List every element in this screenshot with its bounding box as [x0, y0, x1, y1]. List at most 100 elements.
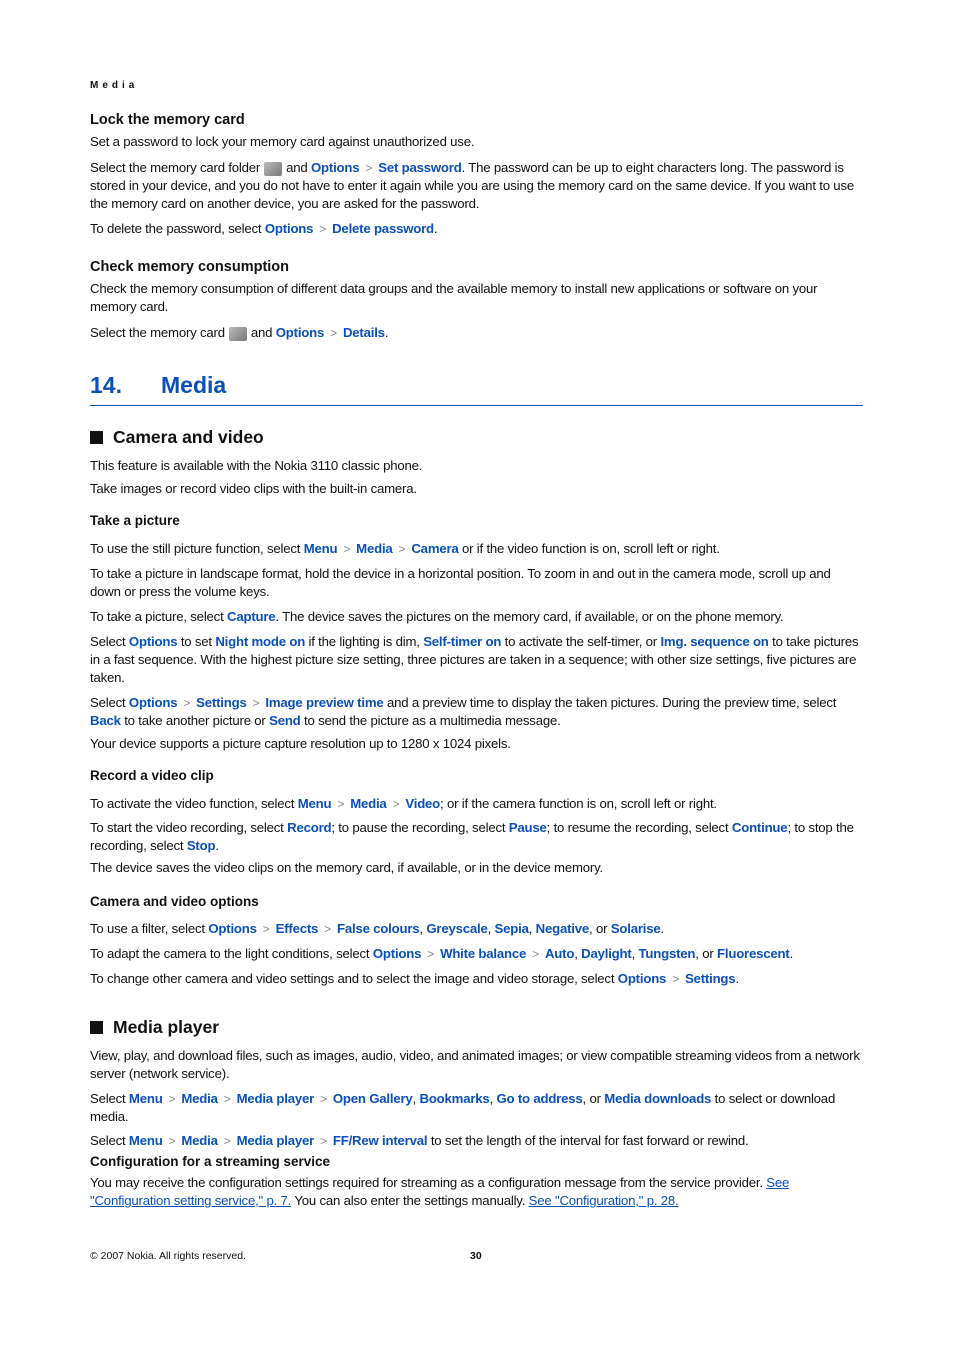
- link-night-mode[interactable]: Night mode on: [215, 634, 305, 649]
- link-img-sequence[interactable]: Img. sequence on: [660, 634, 768, 649]
- link-back[interactable]: Back: [90, 713, 121, 728]
- link-options[interactable]: Options: [276, 325, 325, 340]
- chevron-right-icon: >: [398, 542, 406, 556]
- chevron-right-icon: >: [324, 922, 331, 936]
- link-settings[interactable]: Settings: [685, 971, 736, 986]
- link-options[interactable]: Options: [373, 946, 422, 961]
- link-stop[interactable]: Stop: [187, 838, 216, 853]
- section-media-player: Media player View, play, and download fi…: [90, 1017, 863, 1210]
- link-menu[interactable]: Menu: [298, 796, 332, 811]
- chevron-right-icon: >: [365, 161, 373, 175]
- link-capture[interactable]: Capture: [227, 609, 276, 624]
- para: The device saves the video clips on the …: [90, 860, 603, 875]
- link-sepia[interactable]: Sepia: [495, 921, 529, 936]
- text-run: ; to resume the recording, select: [546, 820, 729, 835]
- text-run: ; or if the camera function is on, scrol…: [440, 796, 717, 811]
- text-run: To take a picture, select: [90, 609, 224, 624]
- heading-camera-options: Camera and video options: [90, 894, 259, 909]
- link-send[interactable]: Send: [269, 713, 301, 728]
- link-options[interactable]: Options: [129, 634, 178, 649]
- link-options[interactable]: Options: [208, 921, 257, 936]
- link-solarise[interactable]: Solarise: [611, 921, 661, 936]
- link-options[interactable]: Options: [618, 971, 667, 986]
- link-menu[interactable]: Menu: [129, 1091, 163, 1106]
- link-media-player[interactable]: Media player: [237, 1091, 315, 1106]
- para: Set a password to lock your memory card …: [90, 134, 475, 149]
- text-run: To use a filter, select: [90, 921, 205, 936]
- link-greyscale[interactable]: Greyscale: [426, 921, 487, 936]
- para: To use a filter, select Options > Effects >…: [90, 921, 664, 936]
- link-auto[interactable]: Auto: [545, 946, 574, 961]
- chapter-number: 14.: [90, 372, 122, 398]
- link-record[interactable]: Record: [287, 820, 331, 835]
- text-run: to set: [180, 634, 212, 649]
- text-run: To adapt the camera to the light conditi…: [90, 946, 370, 961]
- link-media-player[interactable]: Media player: [237, 1133, 315, 1148]
- link-white-balance[interactable]: White balance: [440, 946, 526, 961]
- chevron-right-icon: >: [392, 797, 400, 811]
- text-run: to send the picture as a multimedia mess…: [304, 713, 561, 728]
- text-run: Select: [90, 1133, 126, 1148]
- text-run: You may receive the configuration settin…: [90, 1175, 763, 1190]
- text-run: To change other camera and video setting…: [90, 971, 615, 986]
- link-media[interactable]: Media: [181, 1091, 218, 1106]
- chapter-title: Media: [161, 372, 227, 398]
- link-open-gallery[interactable]: Open Gallery: [333, 1091, 413, 1106]
- text-run: To start the video recording, select: [90, 820, 284, 835]
- link-go-to-address[interactable]: Go to address: [496, 1091, 582, 1106]
- link-daylight[interactable]: Daylight: [581, 946, 632, 961]
- link-set-password[interactable]: Set password: [378, 160, 462, 175]
- link-options[interactable]: Options: [265, 221, 314, 236]
- link-options[interactable]: Options: [311, 160, 360, 175]
- link-media-downloads[interactable]: Media downloads: [604, 1091, 711, 1106]
- link-false-colours[interactable]: False colours: [337, 921, 420, 936]
- footer-copyright: © 2007 Nokia. All rights reserved.: [90, 1250, 246, 1262]
- heading-lock: Lock the memory card: [90, 112, 245, 128]
- link-menu[interactable]: Menu: [304, 541, 338, 556]
- link-settings[interactable]: Settings: [196, 695, 247, 710]
- link-negative[interactable]: Negative: [536, 921, 590, 936]
- chevron-right-icon: >: [262, 922, 270, 936]
- heading-take-picture: Take a picture: [90, 513, 180, 528]
- chevron-right-icon: >: [337, 797, 345, 811]
- text-run: Select the memory card: [90, 325, 225, 340]
- chevron-right-icon: >: [532, 947, 539, 961]
- heading-check: Check memory consumption: [90, 259, 290, 275]
- text-run: . The device saves the pictures on the m…: [275, 609, 784, 624]
- text-run: Select: [90, 634, 126, 649]
- link-tungsten[interactable]: Tungsten: [639, 946, 696, 961]
- text-run: ; to pause the recording, select: [331, 820, 506, 835]
- para: To delete the password, select Options > D…: [90, 220, 863, 238]
- link-camera[interactable]: Camera: [411, 541, 458, 556]
- text-run: and: [250, 325, 273, 340]
- text-run: You can also enter the settings manually…: [294, 1193, 526, 1208]
- link-video[interactable]: Video: [405, 796, 440, 811]
- text-run: to set the length of the interval for fa…: [430, 1133, 749, 1148]
- link-bookmarks[interactable]: Bookmarks: [420, 1091, 490, 1106]
- section-camera: Camera and video This feature is availab…: [90, 427, 863, 988]
- heading-config-streaming: Configuration for a streaming service: [90, 1154, 331, 1169]
- chevron-right-icon: >: [672, 972, 679, 986]
- link-fluorescent[interactable]: Fluorescent: [717, 946, 790, 961]
- link-ff-rew-interval[interactable]: FF/Rew interval: [333, 1133, 428, 1148]
- para: Select the memory card and Options > Detail…: [90, 324, 863, 342]
- link-menu[interactable]: Menu: [129, 1133, 163, 1148]
- link-self-timer[interactable]: Self-timer on: [423, 634, 501, 649]
- chevron-right-icon: >: [223, 1092, 231, 1106]
- section-check-memory: Check memory consumption Check the memor…: [90, 259, 863, 342]
- link-pause[interactable]: Pause: [509, 820, 547, 835]
- link-continue[interactable]: Continue: [732, 820, 788, 835]
- link-media[interactable]: Media: [356, 541, 393, 556]
- link-configuration[interactable]: See "Configuration," p. 28.: [529, 1193, 679, 1208]
- link-options[interactable]: Options: [129, 695, 178, 710]
- link-image-preview-time[interactable]: Image preview time: [265, 695, 383, 710]
- link-media[interactable]: Media: [181, 1133, 218, 1148]
- text-run: or if the video function is on, scroll l…: [462, 541, 720, 556]
- link-details[interactable]: Details: [343, 325, 385, 340]
- link-effects[interactable]: Effects: [276, 921, 319, 936]
- chevron-right-icon: >: [320, 1134, 327, 1148]
- link-delete-password[interactable]: Delete password: [332, 221, 434, 236]
- link-media[interactable]: Media: [350, 796, 387, 811]
- chevron-right-icon: >: [223, 1134, 231, 1148]
- text-run: if the lighting is dim,: [308, 634, 420, 649]
